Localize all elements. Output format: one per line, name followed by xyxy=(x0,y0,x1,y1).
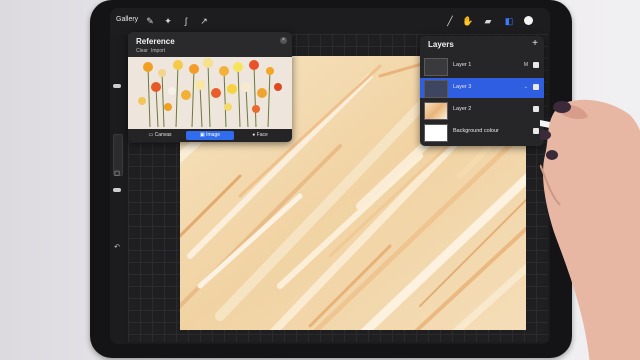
visibility-checkbox[interactable] xyxy=(533,128,539,134)
close-icon[interactable]: × xyxy=(280,37,287,44)
layers-icon[interactable]: ◧ xyxy=(503,15,515,27)
gallery-button[interactable]: Gallery xyxy=(116,16,138,23)
wrench-icon[interactable]: ✎ xyxy=(144,15,156,27)
hand-with-pencil xyxy=(540,99,640,360)
visibility-checkbox[interactable] xyxy=(533,62,539,68)
opacity-slider[interactable] xyxy=(113,188,121,192)
reference-title: Reference xyxy=(136,37,175,46)
procreate-screen: Gallery ✎ ✦ ʃ ↗ ╱ ✋ ▰ ◧ ◻ ↶ Reference Cl… xyxy=(110,8,550,344)
layer-row-layer-2[interactable]: Layer 2 xyxy=(420,100,544,120)
layer-name: Layer 3 xyxy=(453,84,472,90)
top-toolbar: Gallery ✎ ✦ ʃ ↗ ╱ ✋ ▰ ◧ xyxy=(110,8,550,34)
add-layer-button[interactable]: + xyxy=(532,38,538,49)
layer-row-layer-3[interactable]: Layer 3 ⌄ xyxy=(420,78,544,98)
magic-wand-icon[interactable]: ✦ xyxy=(162,15,174,27)
layer-thumbnail xyxy=(424,58,448,76)
color-swatch[interactable] xyxy=(524,16,533,25)
layers-title: Layers xyxy=(428,40,454,49)
layer-name: Layer 2 xyxy=(453,106,472,112)
selection-icon[interactable]: ʃ xyxy=(180,15,192,27)
layer-thumbnail xyxy=(424,80,448,98)
reference-panel: Reference Clear Import × ▭ Canvas ▣ Imag… xyxy=(128,32,292,142)
layer-name: Background colour xyxy=(453,128,499,134)
tab-face[interactable]: ● Face xyxy=(236,131,284,140)
layer-name: Layer 1 xyxy=(453,62,472,68)
smudge-icon[interactable]: ✋ xyxy=(462,15,474,27)
brush-icon[interactable]: ╱ xyxy=(444,15,456,27)
layer-thumbnail xyxy=(424,102,448,120)
undo-icon[interactable]: ↶ xyxy=(113,244,121,252)
layer-thumbnail xyxy=(424,124,448,142)
layer-row-layer-1[interactable]: Layer 1 M xyxy=(420,56,544,76)
transform-arrow-icon[interactable]: ↗ xyxy=(198,15,210,27)
chevron-down-icon[interactable]: ⌄ xyxy=(524,84,528,90)
tab-canvas[interactable]: ▭ Canvas xyxy=(136,131,184,140)
layers-panel: Layers + Layer 1 M Layer 3 ⌄ Layer 2 Bac… xyxy=(420,36,544,146)
brush-size-slider[interactable] xyxy=(113,84,121,88)
reference-tab-bar: ▭ Canvas ▣ Image ● Face xyxy=(128,129,292,142)
reference-import-button[interactable]: Import xyxy=(151,48,165,54)
blend-mode[interactable]: M xyxy=(524,62,528,68)
brush-sidebar: ◻ ↶ xyxy=(110,34,124,344)
tab-image[interactable]: ▣ Image xyxy=(186,131,234,140)
reference-image xyxy=(128,57,292,129)
photo-scene: Gallery ✎ ✦ ʃ ↗ ╱ ✋ ▰ ◧ ◻ ↶ Reference Cl… xyxy=(0,0,640,360)
layer-row-background-colour[interactable]: Background colour xyxy=(420,122,544,142)
reference-clear-button[interactable]: Clear xyxy=(136,48,148,54)
visibility-checkbox[interactable] xyxy=(533,84,539,90)
modify-button[interactable]: ◻ xyxy=(113,170,121,178)
visibility-checkbox[interactable] xyxy=(533,106,539,112)
eraser-icon[interactable]: ▰ xyxy=(482,15,494,27)
